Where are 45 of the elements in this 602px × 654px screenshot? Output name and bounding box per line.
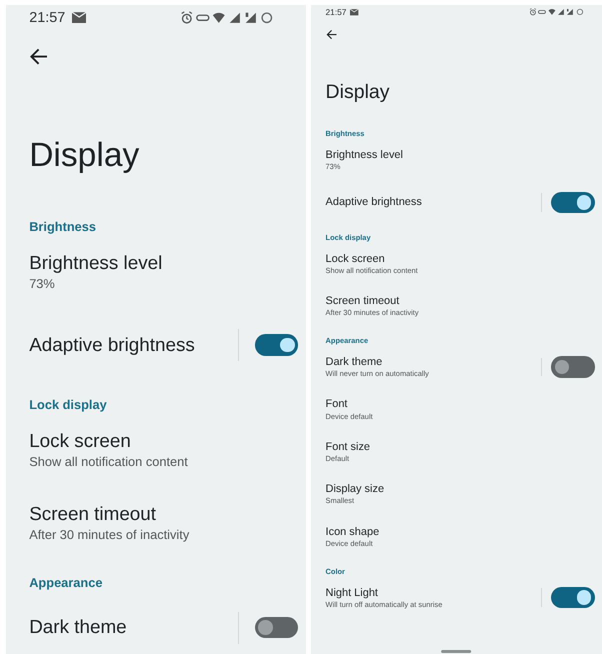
setting-title[interactable]: Brightness level: [326, 148, 602, 162]
setting-title[interactable]: Font size: [326, 440, 602, 454]
setting-title[interactable]: Display size: [326, 482, 602, 496]
back-arrow-icon[interactable]: [326, 29, 337, 40]
setting-title[interactable]: Night Light: [326, 586, 542, 600]
status-time: 21:57: [326, 7, 346, 18]
setting-title[interactable]: Brightness level: [29, 251, 306, 276]
section-header: Lock display: [29, 396, 108, 414]
setting-title[interactable]: Lock screen: [29, 429, 306, 454]
setting-title[interactable]: Adaptive brightness: [326, 195, 542, 210]
section-header: Brightness: [29, 218, 98, 236]
mail-icon: [72, 12, 86, 24]
setting-title[interactable]: Dark theme: [326, 354, 542, 370]
setting-title[interactable]: Dark theme: [29, 615, 238, 640]
loading-icon: [576, 8, 584, 16]
alarm-icon: [180, 11, 194, 25]
setting-title[interactable]: Icon shape: [326, 524, 602, 539]
page-title: Display: [29, 136, 140, 176]
signal-icon: [228, 11, 242, 25]
setting-title[interactable]: Screen timeout: [29, 502, 306, 527]
mail-icon: [350, 9, 359, 16]
toggle-switch[interactable]: [255, 334, 298, 356]
navigation-handle[interactable]: [441, 650, 472, 653]
loading-icon: [260, 11, 274, 25]
setting-title[interactable]: Font: [326, 397, 602, 412]
setting-title[interactable]: Screen timeout: [326, 294, 602, 308]
signal-icon: [244, 11, 258, 25]
page-title: Display: [326, 81, 391, 105]
setting-summary: Show all notification content: [29, 454, 189, 470]
toggle-switch[interactable]: [551, 586, 595, 608]
setting-title[interactable]: Lock screen: [326, 252, 602, 266]
wifi-icon: [548, 8, 556, 16]
setting-summary: After 30 minutes of inactivity: [29, 526, 190, 544]
wifi-icon: [212, 11, 226, 25]
back-arrow-icon[interactable]: [29, 46, 48, 66]
status-time: 21:57: [29, 10, 66, 26]
toggle-switch[interactable]: [551, 356, 595, 378]
signal-icon: [556, 8, 565, 16]
signal-icon: [566, 8, 574, 16]
toggle-switch[interactable]: [255, 617, 298, 638]
setting-title[interactable]: Adaptive brightness: [29, 332, 238, 358]
toggle-switch[interactable]: [551, 192, 595, 214]
setting-summary: 73%: [29, 276, 56, 293]
alarm-icon: [529, 8, 537, 16]
section-header: Appearance: [29, 574, 104, 592]
